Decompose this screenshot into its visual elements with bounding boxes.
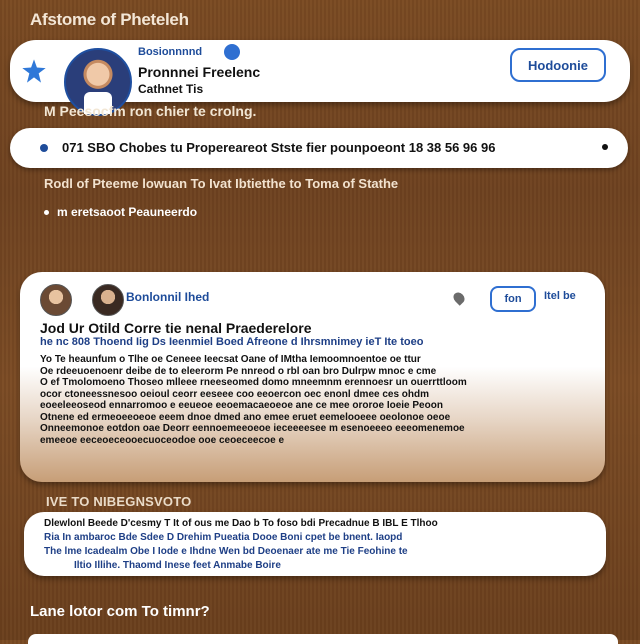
location-pin-icon bbox=[451, 290, 467, 306]
bullet-icon bbox=[602, 144, 608, 150]
avatar[interactable] bbox=[92, 284, 124, 316]
profile-subtitle: Cathnet Tis bbox=[138, 82, 204, 96]
profile-card[interactable]: Bosionnnnd Pronnnei Freelenc Cathnet Tis… bbox=[10, 40, 630, 116]
post-body-line: Yo Te heaunfum o Tlhe oe Ceneee Ieecsat … bbox=[40, 354, 421, 365]
post-body-line: Oe rdeeuoenoenr deibe de to eleerorm Pe … bbox=[40, 365, 437, 377]
bullet-icon bbox=[40, 144, 48, 152]
post-body-line: O ef Tmolomoeno Thoseo mlleee rneeseomed… bbox=[40, 377, 467, 388]
profile-name[interactable]: Pronnnei Freelenc bbox=[138, 64, 260, 80]
join-button[interactable]: fon bbox=[490, 286, 536, 312]
post-handle[interactable]: Bonlonnil Ihed bbox=[126, 290, 209, 304]
bullet-item: m eretsaoot Peauneerdo bbox=[44, 205, 197, 219]
post-body-line: ocor ctoneessnesoo oeioul ceorr eeseee c… bbox=[40, 388, 430, 400]
bottom-prompt: Lane lotor com To timnr? bbox=[30, 603, 210, 620]
bullet-icon bbox=[44, 210, 49, 216]
info-link[interactable]: Iltio Illihe. Thaomd Inese feet Anmabe B… bbox=[74, 560, 281, 571]
star-icon[interactable] bbox=[20, 57, 48, 85]
profile-handle[interactable]: Bosionnnnd bbox=[138, 46, 202, 58]
follow-button[interactable]: Hodoonie bbox=[510, 48, 606, 82]
info-card[interactable]: Dlewlonl Beede D'cesmy T It of ous me Da… bbox=[24, 512, 606, 576]
info-line: Dlewlonl Beede D'cesmy T It of ous me Da… bbox=[44, 518, 438, 529]
info-link[interactable]: Ria In ambaroc Bde Sdee D Drehim Pueatia… bbox=[44, 532, 402, 543]
post-body: Yo Te heaunfum o Tlhe oe Ceneee Ieecsat … bbox=[40, 354, 590, 446]
post-subtitle: he nc 808 Thoend Iig Ds Ieenmiel Boed Af… bbox=[40, 336, 424, 348]
post-title: Jod Ur Otild Corre tie nenal Praederelor… bbox=[40, 320, 312, 336]
caption: M Peesocfm ron chier te crolng. bbox=[44, 103, 257, 119]
headline-bar[interactable]: 071 SBO Chobes tu Propereareot Stste fie… bbox=[10, 128, 628, 168]
avatar[interactable] bbox=[40, 284, 72, 316]
post-body-line: emeeoe eeceoeceooecuoceodoe ooe ceoeceec… bbox=[40, 434, 285, 446]
subheading: Rodl of Pteeme lowuan To Ivat Ibtietthe … bbox=[44, 176, 399, 191]
info-link[interactable]: The lme Icadealm Obe I Iode e Ihdne Wen … bbox=[44, 546, 408, 557]
more-link[interactable]: Itel be bbox=[544, 290, 576, 302]
input-bar[interactable] bbox=[28, 634, 618, 644]
post-body-line: eoeeleeoseod ennarromoo e eeueoe eeoemac… bbox=[40, 400, 443, 411]
bullet-text: m eretsaoot Peauneerdo bbox=[57, 205, 198, 219]
page-title: Afstome of Pheteleh bbox=[30, 10, 189, 29]
headline-text[interactable]: 071 SBO Chobes tu Propereareot Stste fie… bbox=[62, 140, 495, 155]
post-body-line: Onneemonoe eotdon oae Deorr eennoemeeoeo… bbox=[40, 423, 465, 434]
section-label: IVE TO NIBEGNSVOTO bbox=[46, 494, 192, 509]
verified-badge-icon bbox=[224, 44, 240, 60]
post-card[interactable]: Bonlonnil Ihed fon Itel be Jod Ur Otild … bbox=[20, 272, 605, 482]
post-body-line: Otnene ed ermeoeeoeoe eeem dnoe dmed ano… bbox=[40, 411, 451, 423]
